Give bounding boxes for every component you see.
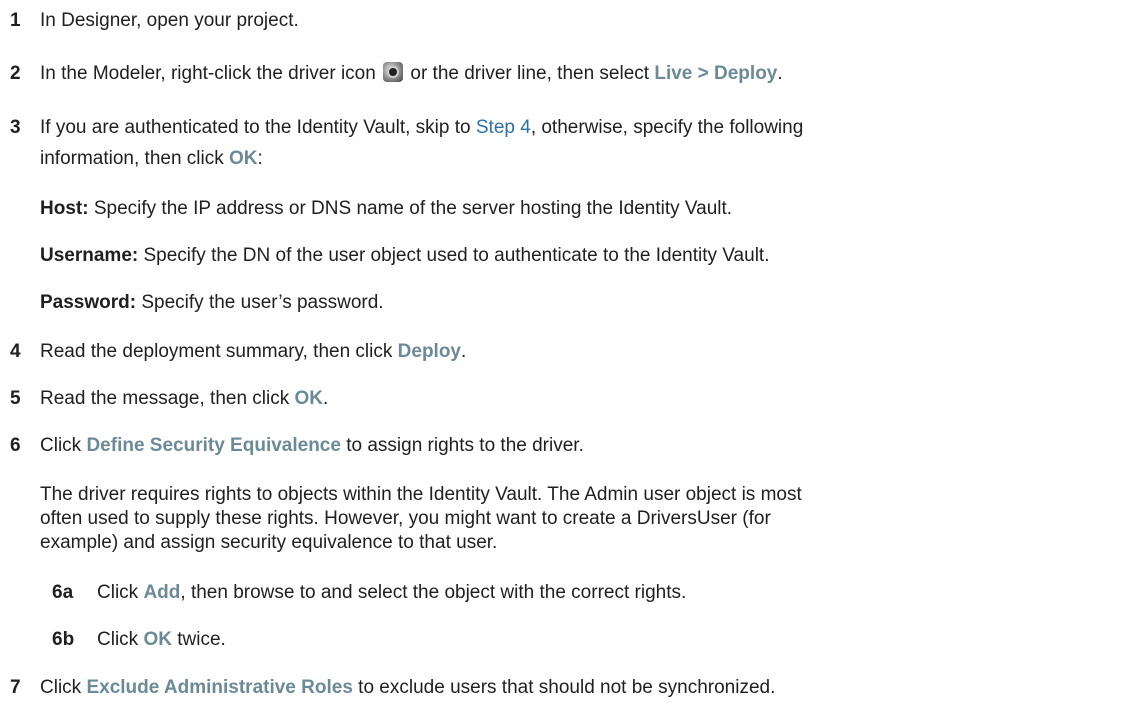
- step-text: , then browse to and select the object w…: [180, 582, 687, 603]
- username-field-description: Username: Specify the DN of the user obj…: [40, 244, 1136, 268]
- step-number: 3: [10, 117, 21, 138]
- password-field-description: Password: Specify the user’s password.: [40, 291, 1136, 315]
- paragraph-line: often used to supply these rights. Howev…: [40, 508, 771, 529]
- step-text: information, then click: [40, 148, 224, 169]
- step-6a: 6a Click Add, then browse to and select t…: [52, 581, 1136, 605]
- ok-label: OK: [294, 388, 324, 409]
- paragraph-line: The driver requires rights to objects wi…: [40, 484, 802, 505]
- step-4: 4 Read the deployment summary, then click…: [10, 340, 1136, 364]
- substep-number: 6b: [52, 629, 75, 650]
- step-text: In Designer, open your project.: [40, 10, 299, 31]
- step-text: .: [323, 388, 329, 409]
- step-text: Read the message, then click: [40, 388, 290, 409]
- define-security-equivalence-label: Define Security Equivalence: [86, 435, 341, 456]
- step-3: 3 If you are authenticated to the Identit…: [10, 116, 1136, 140]
- step-1: 1 In Designer, open your project.: [10, 9, 1136, 33]
- step-number: 6: [10, 435, 21, 456]
- menu-path-live-deploy: Live > Deploy: [654, 63, 778, 84]
- step-text: , otherwise, specify the following: [530, 117, 804, 138]
- password-text: Specify the user’s password.: [141, 292, 384, 313]
- step-text: .: [461, 341, 467, 362]
- step-text: twice.: [177, 629, 226, 650]
- step-text: .: [777, 63, 783, 84]
- step-text: to exclude users that should not be sync…: [358, 677, 776, 698]
- step-4-link[interactable]: Step 4: [476, 117, 531, 138]
- step-text: or the driver line, then select: [410, 63, 650, 84]
- step-6b: 6b Click OK twice.: [52, 628, 1136, 652]
- step-number: 5: [10, 388, 21, 409]
- ok-label: OK: [143, 629, 172, 650]
- paragraph-line: example) and assign security equivalence…: [40, 532, 498, 553]
- add-label: Add: [143, 582, 181, 603]
- deploy-label: Deploy: [397, 341, 462, 362]
- step-2: 2 In the Modeler, right-click the driver …: [10, 62, 1136, 86]
- step-text: Click: [97, 582, 139, 603]
- ok-label: OK: [229, 148, 258, 169]
- step-number: 2: [10, 63, 21, 84]
- step-number: 1: [10, 10, 21, 31]
- step-text: Click: [40, 435, 82, 456]
- step-text: Click: [40, 677, 82, 698]
- step-6-paragraph: The driver requires rights to objects wi…: [40, 483, 1136, 555]
- step-text: Click: [97, 629, 139, 650]
- step-number: 7: [10, 677, 21, 698]
- driver-icon: [383, 62, 404, 82]
- host-field-description: Host: Specify the IP address or DNS name…: [40, 197, 1136, 221]
- host-label: Host:: [40, 198, 89, 219]
- step-text: If you are authenticated to the Identity…: [40, 117, 471, 138]
- password-label: Password:: [40, 292, 137, 313]
- step-number: 4: [10, 341, 21, 362]
- username-label: Username:: [40, 245, 139, 266]
- step-6: 6 Click Define Security Equivalence to as…: [10, 434, 1136, 458]
- step-text: Read the deployment summary, then click: [40, 341, 393, 362]
- username-text: Specify the DN of the user object used t…: [143, 245, 770, 266]
- substep-number: 6a: [52, 582, 74, 603]
- exclude-administrative-roles-label: Exclude Administrative Roles: [86, 677, 353, 698]
- step-3-line-2: information, then click OK:: [40, 147, 1136, 171]
- step-5: 5 Read the message, then click OK.: [10, 387, 1136, 411]
- step-7: 7 Click Exclude Administrative Roles to e…: [10, 676, 1136, 700]
- step-text: to assign rights to the driver.: [346, 435, 584, 456]
- step-text: In the Modeler, right-click the driver i…: [40, 63, 376, 84]
- host-text: Specify the IP address or DNS name of th…: [93, 198, 733, 219]
- step-text: :: [257, 148, 263, 169]
